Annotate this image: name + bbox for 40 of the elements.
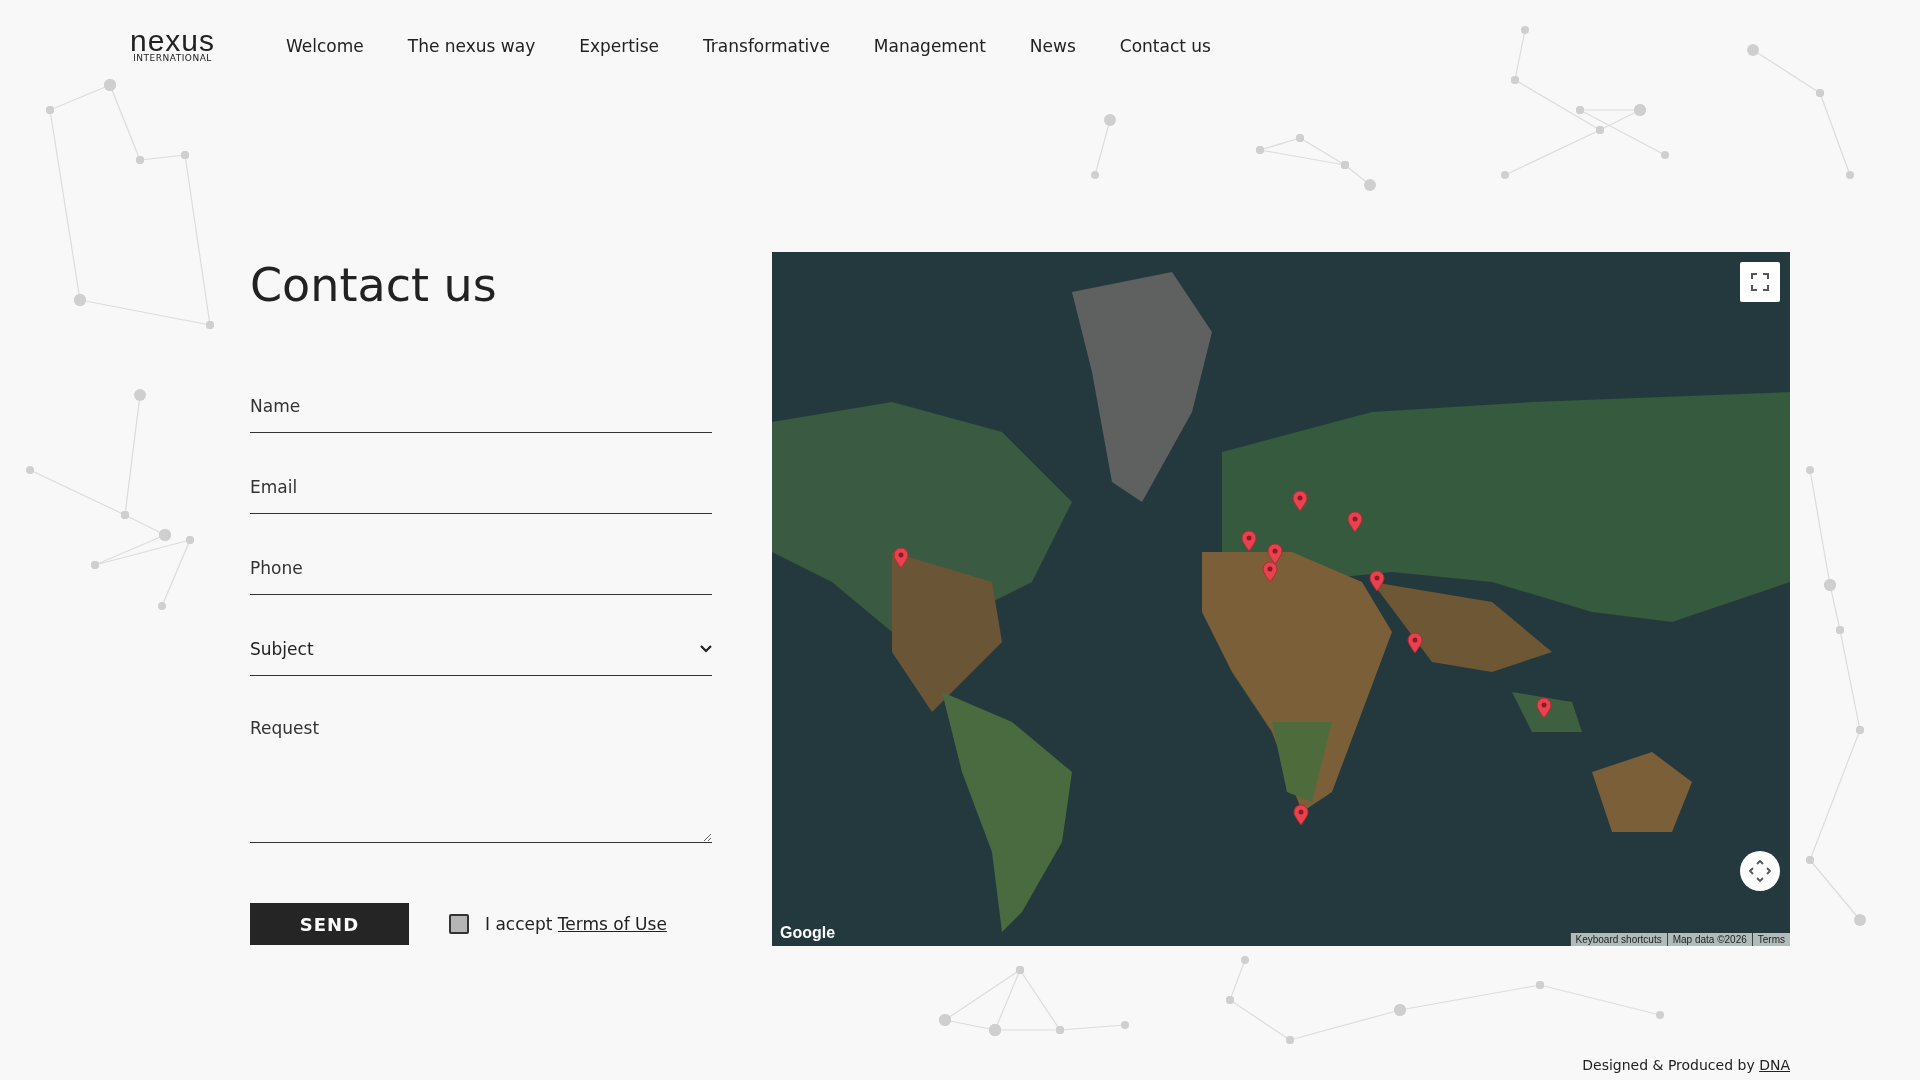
terms-label: I accept Terms of Use	[485, 914, 667, 934]
input-field[interactable]: Email	[250, 475, 712, 514]
nav-link[interactable]: News	[1029, 36, 1076, 56]
nav-link[interactable]: Welcome	[286, 36, 364, 56]
map-pin-icon[interactable]	[1241, 530, 1258, 553]
nav-link[interactable]: Expertise	[579, 36, 659, 56]
logo-tagline: INTERNATIONAL	[133, 53, 212, 63]
credit-link[interactable]: DNA	[1759, 1057, 1790, 1073]
map-pin-icon[interactable]	[1368, 569, 1385, 592]
select-field[interactable]: Subject	[250, 637, 712, 676]
nav-link[interactable]: Contact us	[1119, 36, 1211, 56]
map-pin-icon[interactable]	[893, 547, 910, 570]
nav-link[interactable]: Management	[873, 36, 986, 56]
map-pin-icon[interactable]	[1407, 632, 1424, 655]
chevron-down-icon	[700, 645, 712, 653]
logo-wordmark[interactable]: nexus	[129, 29, 216, 53]
terms-link[interactable]: Terms of Use	[557, 914, 667, 934]
map-attribution-link[interactable]: Terms	[1751, 933, 1790, 946]
send-button[interactable]: SEND	[250, 903, 409, 945]
textarea-field[interactable]: Request	[250, 718, 712, 843]
fullscreen-icon	[1751, 273, 1769, 291]
map-attribution-link[interactable]: Map data ©2026	[1666, 933, 1752, 946]
map-pin-icon[interactable]	[1535, 696, 1552, 719]
map-attribution-link[interactable]: Keyboard shortcuts	[1569, 933, 1667, 946]
input-field[interactable]: Phone	[250, 556, 712, 595]
page-title: Contact us	[250, 257, 498, 314]
map-pin-icon[interactable]	[1261, 561, 1278, 584]
map-pin-icon[interactable]	[1292, 489, 1309, 512]
checkbox[interactable]	[449, 914, 469, 934]
nav-link[interactable]: The nexus way	[407, 36, 536, 56]
fullscreen-button[interactable]	[1740, 262, 1780, 302]
credit-text: Designed & Produced by DNA	[1582, 1057, 1790, 1073]
nav-link[interactable]: Transformative	[702, 36, 830, 56]
map-pin-icon[interactable]	[1293, 803, 1310, 826]
map-logo: Google	[780, 924, 836, 942]
input-field[interactable]: Name	[250, 394, 712, 433]
pan-arrows-icon	[1749, 860, 1771, 882]
map-pin-icon[interactable]	[1347, 510, 1364, 533]
map-pin-icon[interactable]	[1266, 542, 1283, 565]
network-drawing	[1091, 114, 1116, 179]
